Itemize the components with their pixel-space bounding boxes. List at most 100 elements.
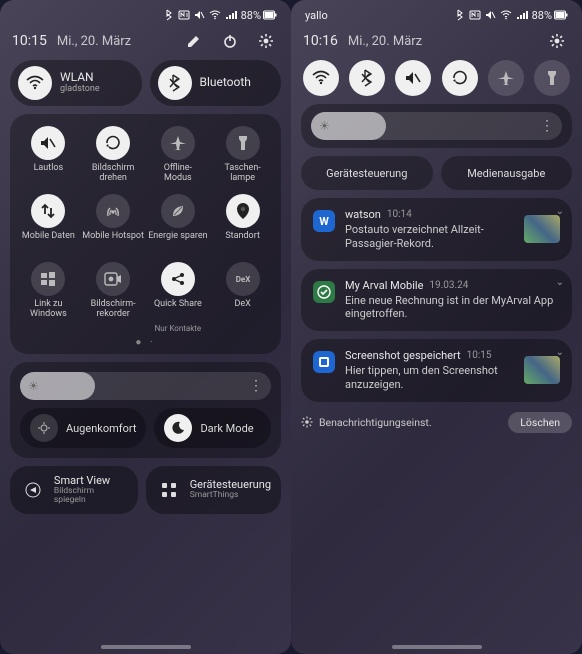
brightness-menu-button[interactable]: ⋮ [540,118,554,134]
qs-label: Bildschirm drehen [81,164,146,184]
status-bar: 88% [10,6,281,24]
eye-comfort-toggle[interactable]: Augenkomfort [20,408,146,448]
app-icon: W [313,210,335,232]
brightness-slider[interactable]: ☀ ⋮ [20,372,271,400]
leaf-icon [161,194,195,228]
qs-item-data[interactable]: Mobile Daten [16,194,81,252]
qs-item-dex[interactable]: DeXDeX [210,262,275,333]
brightness-icon: ☀ [319,119,330,133]
flash-icon [226,126,260,160]
smart-view-icon [20,477,46,503]
mute-toggle[interactable] [395,60,431,96]
location-icon [226,194,260,228]
page-indicator[interactable]: ● · [16,337,275,348]
qs-label: Bildschirm-rekorder [91,300,136,320]
bluetooth-status-icon [164,9,174,21]
qs-item-hotspot[interactable]: Mobile Hotspot [81,194,146,252]
qs-item-location[interactable]: Standort [210,194,275,252]
brightness-icon: ☀ [28,379,39,393]
smart-view-button[interactable]: Smart View Bildschirm spiegeln [10,466,138,514]
qs-label: Taschen-lampe [224,164,260,184]
qs-item-leaf[interactable]: Energie sparen [146,194,211,252]
qs-sublabel: Nur Kontakte [155,324,202,333]
eye-comfort-icon [30,414,58,442]
qs-label: Offline-Modus [164,164,192,184]
chevron-down-icon[interactable]: ⌄ [556,347,564,358]
header-row: 10:15 Mi., 20. März [10,24,281,58]
nfc-status-icon [469,10,481,20]
qs-item-airplane[interactable]: Offline-Modus [146,126,211,184]
airplane-toggle[interactable] [488,60,524,96]
brightness-menu-button[interactable]: ⋮ [249,378,263,394]
dark-mode-label: Dark Mode [200,422,253,435]
share-icon [161,262,195,296]
dark-mode-toggle[interactable]: Dark Mode [154,408,271,448]
device-control-sub: SmartThings [190,491,271,500]
hotspot-icon [96,194,130,228]
quick-toggle-row: WLAN gladstone Bluetooth [10,60,281,106]
svg-text:DeX: DeX [235,275,250,284]
settings-button[interactable] [253,28,279,54]
qs-label: Mobile Daten [22,232,75,252]
left-phone: 88% 10:15 Mi., 20. März WLAN gladstone [0,0,291,654]
qs-label: Quick Share [154,300,202,320]
right-phone: yallo 88% 10:16 Mi., 20. März [291,0,582,654]
eye-comfort-label: Augenkomfort [66,422,136,435]
chevron-down-icon[interactable]: ⌄ [556,206,564,217]
brightness-slider[interactable]: ☀ ⋮ [311,112,562,140]
device-control-button[interactable]: Gerätesteuerung [301,156,433,190]
signal-status-icon [225,10,237,20]
notification-card[interactable]: Wwatson10:14Postauto verzeichnet Allzeit… [301,198,572,261]
notification-settings-link[interactable]: Benachrichtigungseinst. [319,416,432,429]
notification-message: Hier tippen, um den Screenshot anzuzeige… [345,364,514,392]
wifi-status-icon [500,10,512,20]
gear-icon [301,416,313,428]
smart-view-sub: Bildschirm spiegeln [54,487,128,506]
qs-item-record[interactable]: Bildschirm-rekorder [81,262,146,333]
wifi-subtitle: gladstone [60,85,100,95]
wifi-toggle[interactable] [303,60,339,96]
clock-time: 10:16 [303,33,338,49]
battery-status: 88% [241,9,277,22]
bluetooth-toggle[interactable]: Bluetooth [150,60,282,106]
settings-button[interactable] [544,28,570,54]
home-indicator[interactable] [392,645,482,649]
wifi-status-icon [209,10,221,20]
bluetooth-toggle[interactable] [349,60,385,96]
mute-status-icon [485,10,496,20]
mute-status-icon [194,10,205,20]
clock-date: Mi., 20. März [348,34,422,49]
qs-item-windows[interactable]: Link zu Windows [16,262,81,333]
notification-card[interactable]: Screenshot gespeichert10:15Hier tippen, … [301,339,572,402]
qs-item-rotate[interactable]: Bildschirm drehen [81,126,146,184]
media-output-button[interactable]: Medienausgabe [441,156,573,190]
edit-button[interactable] [181,28,207,54]
qs-item-flash[interactable]: Taschen-lampe [210,126,275,184]
clock-date: Mi., 20. März [57,34,131,49]
notification-thumbnail [524,356,560,384]
qs-item-mute[interactable]: Lautlos [16,126,81,184]
data-icon [31,194,65,228]
app-icon [313,281,335,303]
app-icon [313,351,335,373]
notification-time: 10:14 [387,209,412,220]
qs-item-share[interactable]: Quick Share Nur Kontakte [146,262,211,333]
notification-time: 10:15 [467,350,492,361]
power-button[interactable] [217,28,243,54]
moon-icon [164,414,192,442]
wifi-toggle[interactable]: WLAN gladstone [10,60,142,106]
notification-thumbnail [524,215,560,243]
mute-icon [31,126,65,160]
device-control-button[interactable]: Gerätesteuerung SmartThings [146,466,281,514]
brightness-panel: ☀ ⋮ Augenkomfort Dark Mode [10,362,281,458]
notification-footer: Benachrichtigungseinst. Löschen [301,412,572,433]
notification-card[interactable]: My Arval Mobile19.03.24Eine neue Rechnun… [301,269,572,332]
home-indicator[interactable] [101,645,191,649]
flashlight-toggle[interactable] [534,60,570,96]
rotate-toggle[interactable] [442,60,478,96]
clear-button[interactable]: Löschen [508,412,572,433]
dex-icon: DeX [226,262,260,296]
battery-percent: 88% [532,9,552,22]
chevron-down-icon[interactable]: ⌄ [556,277,564,288]
notification-app: watson [345,208,381,221]
